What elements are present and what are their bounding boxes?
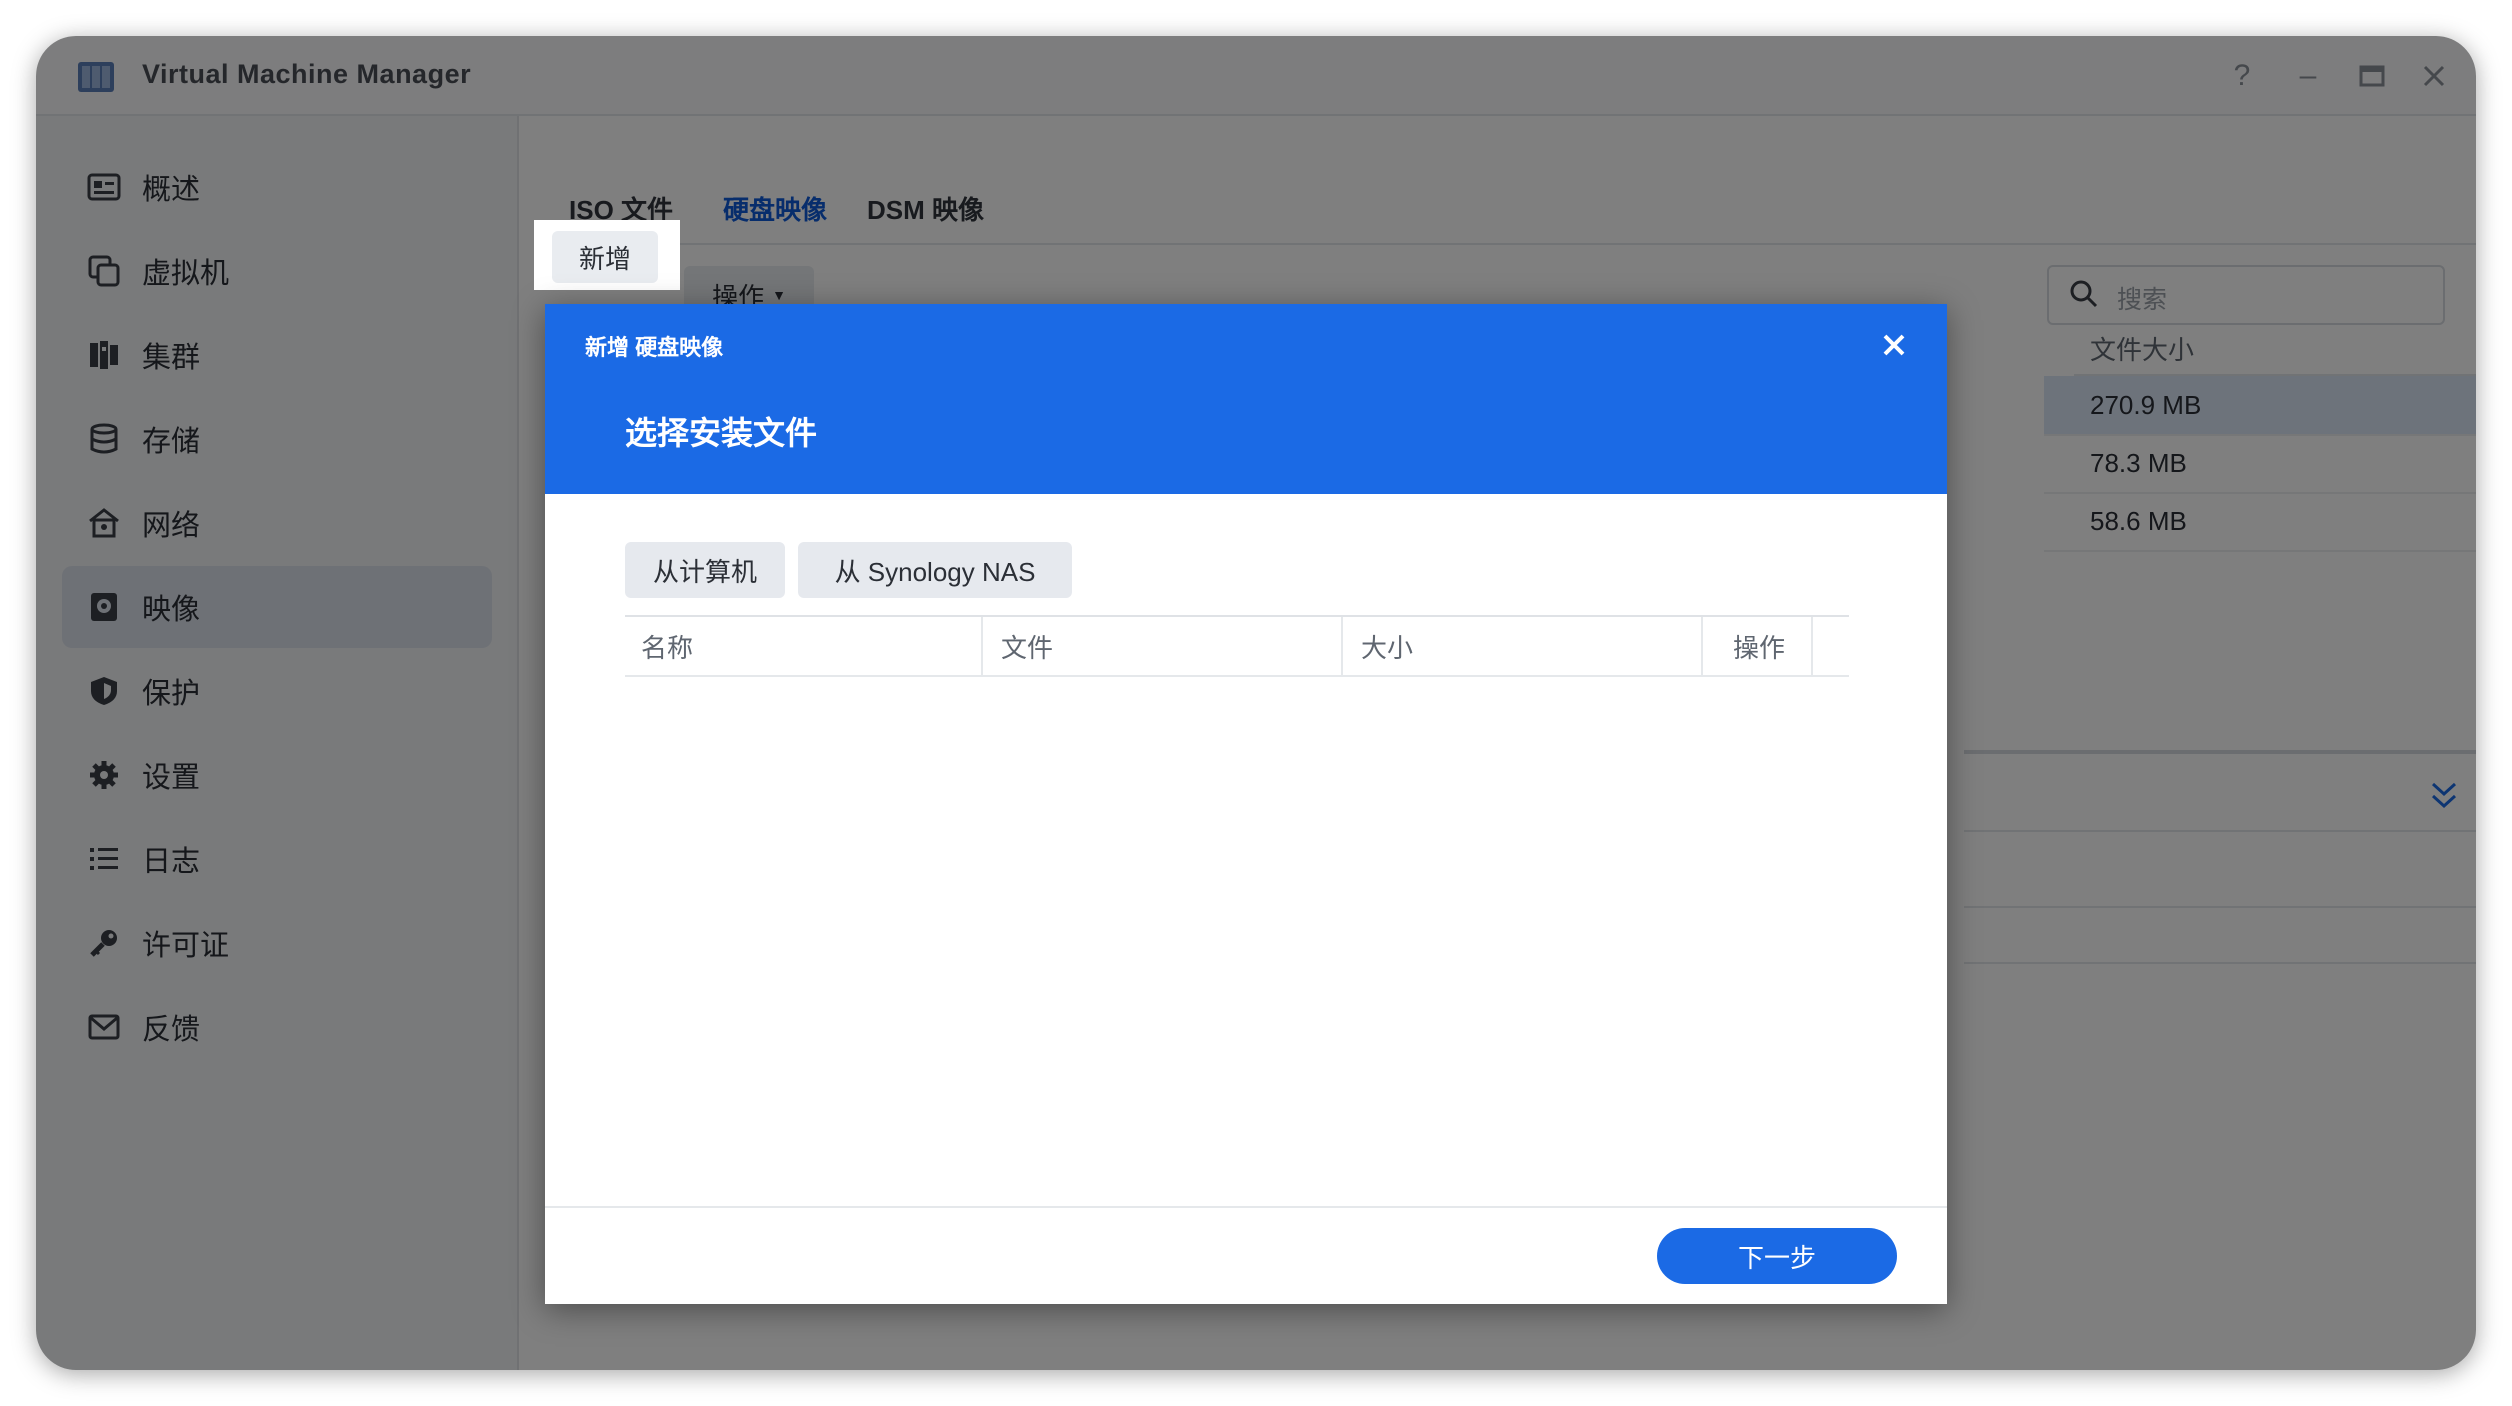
column-header-name[interactable]: 名称 [625,617,983,675]
column-size-label: 大小 [1361,632,1414,663]
app-window: Virtual Machine Manager ? – 概述 虚拟机 集 [36,36,2476,1370]
next-button-label: 下一步 [1737,1242,1816,1273]
dialog-footer: 下一步 [545,1206,1947,1306]
from-computer-label: 从计算机 [652,556,757,587]
dialog-subtitle: 新增 硬盘映像 [585,335,724,360]
file-grid-header: 名称 文件 大小 操作 [625,615,1849,677]
from-nas-button[interactable]: 从 Synology NAS [798,542,1072,598]
next-button[interactable]: 下一步 [1657,1228,1897,1284]
from-computer-button[interactable]: 从计算机 [625,542,785,598]
new-button[interactable]: 新增 [552,231,658,283]
column-file-label: 文件 [1001,632,1054,663]
new-button-label: 新增 [578,243,631,274]
add-disk-image-dialog: 新增 硬盘映像 选择安装文件 从计算机 从 Synology NAS 名称 文件… [545,304,1947,1304]
column-action-label: 操作 [1733,632,1786,663]
dialog-title: 选择安装文件 [625,415,818,451]
from-nas-label: 从 Synology NAS [834,556,1036,587]
close-icon[interactable] [1877,328,1911,362]
dialog-header: 新增 硬盘映像 选择安装文件 [545,304,1947,494]
column-name-label: 名称 [641,632,694,663]
column-header-size[interactable]: 大小 [1345,617,1703,675]
column-header-file[interactable]: 文件 [985,617,1343,675]
column-header-action[interactable]: 操作 [1705,617,1813,675]
